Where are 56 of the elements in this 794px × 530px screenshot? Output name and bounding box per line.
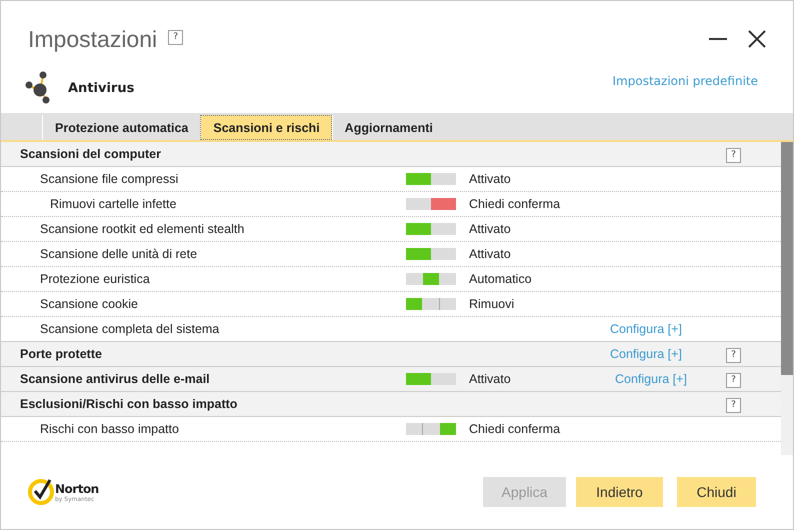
- toggle-segment[interactable]: [439, 273, 456, 285]
- setting-label: Scansione delle unità di rete: [39, 247, 198, 261]
- setting-label: Scansione cookie: [39, 297, 139, 311]
- logo-name: Norton: [55, 482, 99, 496]
- footer-button[interactable]: Chiudi: [677, 477, 756, 507]
- setting-value: Attivato: [469, 247, 511, 261]
- setting-label: Scansione rootkit ed elementi stealth: [39, 222, 246, 236]
- setting-label: Protezione euristica: [39, 272, 151, 286]
- checkmark-logo-icon: [28, 478, 54, 506]
- window-title: Impostazioni: [28, 26, 158, 52]
- toggle-segment[interactable]: [431, 248, 456, 260]
- setting-value: Chiedi conferma: [469, 197, 560, 211]
- toggle-segment[interactable]: [406, 198, 431, 210]
- toggle-segment[interactable]: [431, 373, 456, 385]
- tab[interactable]: Aggiornamenti: [332, 115, 445, 140]
- scrollbar-thumb[interactable]: [781, 142, 793, 375]
- setting-value: Attivato: [469, 222, 511, 236]
- toggle-fill[interactable]: [406, 298, 422, 310]
- section-heading: Scansione antivirus delle e-mail: [19, 372, 211, 386]
- scrollbar[interactable]: [781, 142, 793, 455]
- help-button[interactable]: ?: [726, 372, 741, 388]
- setting-value: Attivato: [469, 172, 511, 186]
- setting-value: Automatico: [469, 272, 532, 286]
- help-button[interactable]: ?: [726, 348, 741, 362]
- close-icon[interactable]: [748, 30, 766, 48]
- toggle-fill[interactable]: [406, 373, 431, 385]
- toggle-fill[interactable]: [406, 223, 431, 235]
- toggle-segment[interactable]: [422, 298, 439, 310]
- toggle-segment[interactable]: [438, 298, 456, 310]
- setting-label: Scansione completa del sistema: [39, 322, 220, 336]
- toggle-segment[interactable]: [406, 273, 423, 285]
- toggle-fill[interactable]: [422, 273, 440, 285]
- toggle-segment[interactable]: [431, 173, 456, 185]
- toggle-fill[interactable]: [406, 248, 431, 260]
- toggle-fill[interactable]: [406, 173, 431, 185]
- setting-value: Attivato: [469, 372, 511, 386]
- toggle-segment[interactable]: [431, 223, 456, 235]
- setting-label: Rimuovi cartelle infette: [49, 197, 178, 211]
- toggle-fill[interactable]: [431, 198, 456, 210]
- tab[interactable]: Scansioni e rischi: [200, 115, 332, 140]
- section-heading: Esclusioni/Rischi con basso impatto: [19, 397, 238, 411]
- help-button[interactable]: ?: [726, 148, 741, 162]
- toggle-segment[interactable]: [406, 423, 422, 435]
- toggle-segment[interactable]: [422, 423, 440, 435]
- section-title: Antivirus: [68, 80, 134, 96]
- section-heading: Scansioni del computer: [19, 147, 162, 161]
- footer-button[interactable]: Indietro: [576, 477, 663, 507]
- help-button[interactable]: ?: [168, 30, 184, 44]
- help-button[interactable]: ?: [726, 398, 741, 412]
- setting-label: Scansione file compressi: [39, 172, 180, 186]
- toggle-fill[interactable]: [440, 423, 456, 435]
- setting-label: Rischi con basso impatto: [39, 422, 180, 436]
- section-heading: Porte protette: [19, 347, 103, 361]
- antivirus-icon: [24, 71, 51, 105]
- setting-value: Chiedi conferma: [469, 422, 560, 436]
- setting-value: Rimuovi: [469, 297, 514, 311]
